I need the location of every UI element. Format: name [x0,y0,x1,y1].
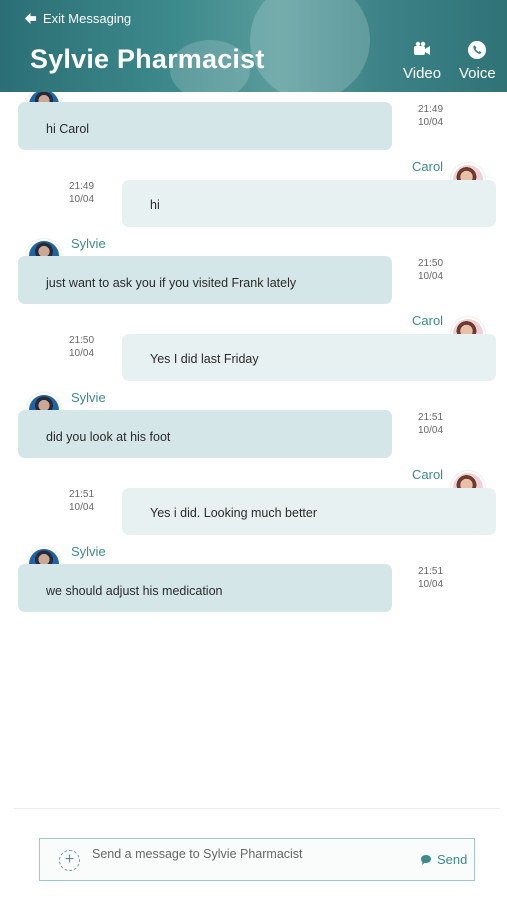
message-list[interactable]: hi Carol 21:49 10/04 Carol 21:49 10/04 hi … [0,92,507,802]
message-time: 21:49 [418,104,444,115]
sender-name: Sylvie [71,544,106,559]
header-background-image [250,0,370,92]
video-call-label: Video [403,65,442,82]
message-text: did you look at his foot [46,430,171,444]
sender-name: Carol [412,467,444,482]
message-bubble-incoming: did you look at his foot [18,410,392,458]
send-label: Send [437,852,468,867]
message-timestamp: 21:49 10/04 [418,103,443,129]
chat-header: Exit Messaging Sylvie Pharmacist Video V… [0,0,507,92]
video-camera-icon [414,41,431,55]
message-timestamp: 21:51 10/04 [418,411,443,437]
message-timestamp: 21:51 10/04 [418,565,443,591]
message-timestamp: 21:49 10/04 [69,180,94,206]
sender-name: Carol [412,313,444,328]
message-text: Yes I did last Friday [150,352,259,366]
message-text: we should adjust his medication [46,584,223,598]
page-title: Sylvie Pharmacist [30,44,265,74]
message-bubble-incoming: we should adjust his medication [18,564,392,612]
sender-name: Sylvie [71,236,106,251]
message-date: 10/04 [69,348,95,359]
message-date: 10/04 [418,117,444,128]
message-time: 21:50 [418,258,444,269]
message-time: 21:49 [69,181,95,192]
sender-name: Carol [412,159,444,174]
message-time: 21:51 [69,489,95,500]
message-date: 10/04 [69,194,95,205]
phone-icon [468,41,487,59]
message-timestamp: 21:50 10/04 [418,257,443,283]
exit-messaging-button[interactable]: Exit Messaging [24,11,131,26]
sender-name: Sylvie [71,390,106,405]
message-text: hi [150,198,160,212]
message-bubble-incoming: hi Carol [18,102,392,150]
exit-messaging-label: Exit Messaging [43,11,132,26]
voice-call-label: Voice [459,65,496,82]
message-time: 21:51 [418,412,444,423]
chat-bubble-icon [421,854,431,865]
composer-divider [14,808,500,809]
message-composer: + Send [39,838,475,881]
message-date: 10/04 [418,579,444,590]
message-bubble-outgoing: Yes I did last Friday [122,334,496,381]
message-bubble-outgoing: hi [122,180,496,227]
message-time: 21:50 [69,335,95,346]
send-button[interactable]: Send [420,852,467,867]
message-text: hi Carol [46,122,90,136]
message-date: 10/04 [418,271,444,282]
message-input[interactable] [92,844,392,864]
video-call-button[interactable]: Video [403,40,441,82]
message-text: Yes i did. Looking much better [150,506,318,520]
message-text: just want to ask you if you visited Fran… [46,276,297,290]
message-date: 10/04 [69,502,95,513]
voice-call-button[interactable]: Voice [459,40,496,82]
message-time: 21:51 [418,566,444,577]
message-timestamp: 21:50 10/04 [69,334,94,360]
message-timestamp: 21:51 10/04 [69,488,94,514]
message-bubble-incoming: just want to ask you if you visited Fran… [18,256,392,304]
message-date: 10/04 [418,425,444,436]
add-attachment-icon[interactable]: + [59,850,80,871]
message-bubble-outgoing: Yes i did. Looking much better [122,488,496,535]
back-arrow-icon [24,12,37,25]
